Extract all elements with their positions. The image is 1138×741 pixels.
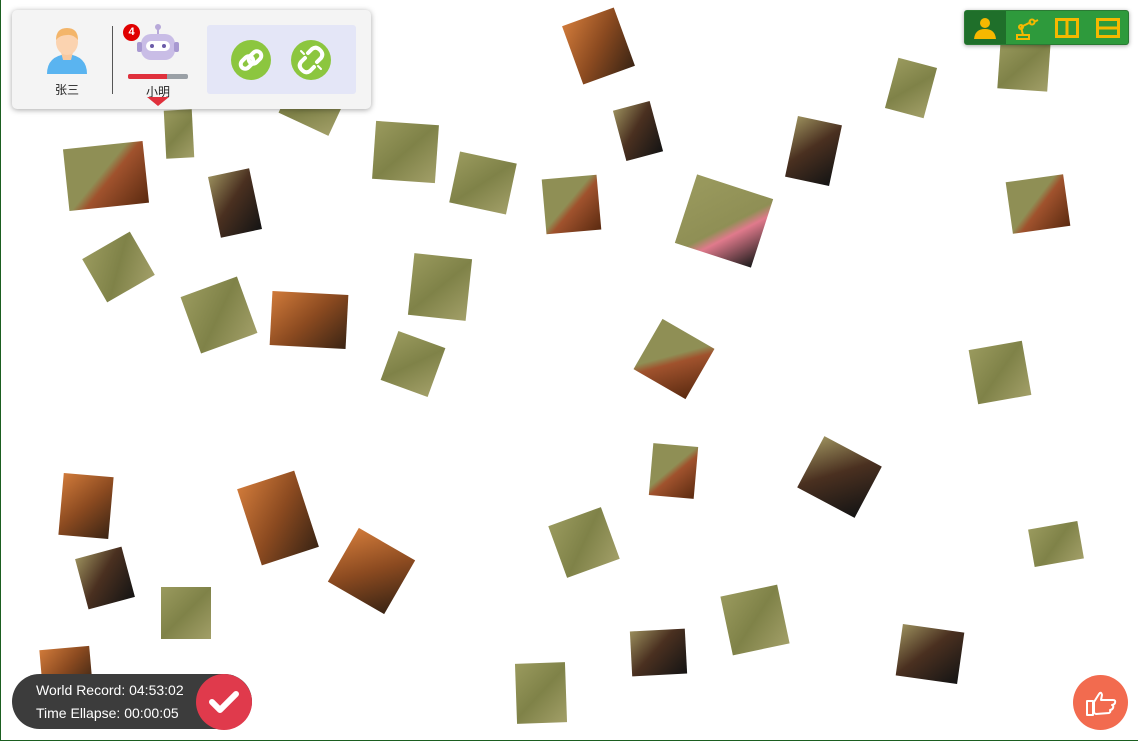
- player-panel: 张三 小明 4: [12, 10, 371, 109]
- puzzle-piece[interactable]: [797, 436, 882, 518]
- puzzle-piece[interactable]: [407, 253, 473, 321]
- player-zhangsan[interactable]: 张三: [37, 24, 97, 98]
- checkmark-icon: [209, 691, 239, 713]
- puzzle-piece[interactable]: [1005, 174, 1071, 234]
- puzzle-piece[interactable]: [633, 318, 715, 400]
- pointing-hand-icon: [1085, 691, 1116, 716]
- split-vertical-icon: [1054, 17, 1079, 38]
- unlink-button[interactable]: [291, 40, 331, 80]
- link-icon: [238, 49, 264, 71]
- puzzle-piece[interactable]: [372, 120, 439, 184]
- time-elapsed: Time Ellapse: 00:00:05: [36, 705, 179, 721]
- user-avatar-icon: [47, 28, 87, 74]
- puzzle-piece[interactable]: [884, 57, 938, 119]
- puzzle-piece[interactable]: [997, 38, 1051, 92]
- puzzle-piece[interactable]: [161, 587, 211, 639]
- puzzle-piece[interactable]: [327, 527, 416, 615]
- puzzle-piece[interactable]: [629, 628, 688, 677]
- player-name: 张三: [54, 83, 79, 97]
- puzzle-piece[interactable]: [380, 331, 446, 397]
- split-horizontal-icon: [1095, 17, 1120, 38]
- puzzle-piece[interactable]: [1028, 520, 1084, 568]
- puzzle-piece[interactable]: [968, 340, 1032, 405]
- puzzle-piece[interactable]: [163, 109, 195, 159]
- robot-mode-button[interactable]: [1006, 11, 1047, 44]
- puzzle-piece[interactable]: [208, 168, 262, 238]
- world-record: World Record: 04:53:02: [36, 682, 184, 698]
- time-elapsed-value: 00:00:05: [124, 705, 179, 721]
- hint-button[interactable]: [1073, 675, 1128, 730]
- robot-arm-icon: [1016, 18, 1039, 40]
- progress-fill: [128, 74, 167, 79]
- puzzle-board: [1, 0, 1138, 741]
- puzzle-piece[interactable]: [785, 115, 842, 187]
- world-record-value: 04:53:02: [129, 682, 184, 698]
- puzzle-piece[interactable]: [449, 151, 517, 215]
- time-elapsed-label: Time Ellapse:: [36, 705, 121, 721]
- puzzle-piece[interactable]: [562, 7, 635, 85]
- puzzle-piece[interactable]: [548, 507, 620, 578]
- notification-badge: 4: [123, 24, 140, 41]
- puzzle-piece[interactable]: [62, 140, 150, 212]
- person-icon: [974, 17, 997, 39]
- active-player-indicator: [147, 97, 169, 106]
- world-record-label: World Record:: [36, 682, 126, 698]
- timer-panel: World Record: 04:53:02 Time Ellapse: 00:…: [12, 674, 252, 730]
- puzzle-piece[interactable]: [269, 291, 349, 349]
- person-mode-button[interactable]: [965, 11, 1006, 44]
- robot-avatar-icon: [137, 24, 179, 60]
- unlink-icon: [297, 45, 325, 75]
- puzzle-piece[interactable]: [237, 470, 319, 566]
- mode-toolbar: [964, 10, 1129, 45]
- puzzle-piece[interactable]: [895, 623, 965, 685]
- puzzle-piece[interactable]: [514, 662, 568, 724]
- puzzle-piece[interactable]: [612, 100, 664, 162]
- puzzle-piece[interactable]: [674, 174, 774, 268]
- split-vertical-button[interactable]: [1047, 11, 1088, 44]
- divider: [112, 26, 113, 94]
- action-group: [207, 25, 356, 94]
- link-button[interactable]: [231, 40, 271, 80]
- puzzle-piece[interactable]: [180, 276, 258, 354]
- puzzle-piece[interactable]: [541, 174, 602, 235]
- puzzle-piece[interactable]: [82, 231, 155, 303]
- puzzle-piece[interactable]: [648, 443, 699, 499]
- puzzle-piece[interactable]: [720, 584, 790, 656]
- player-progress-bar: [128, 74, 188, 79]
- puzzle-piece[interactable]: [58, 472, 114, 540]
- split-horizontal-button[interactable]: [1087, 11, 1128, 44]
- puzzle-piece[interactable]: [75, 546, 135, 610]
- submit-button[interactable]: [196, 674, 252, 730]
